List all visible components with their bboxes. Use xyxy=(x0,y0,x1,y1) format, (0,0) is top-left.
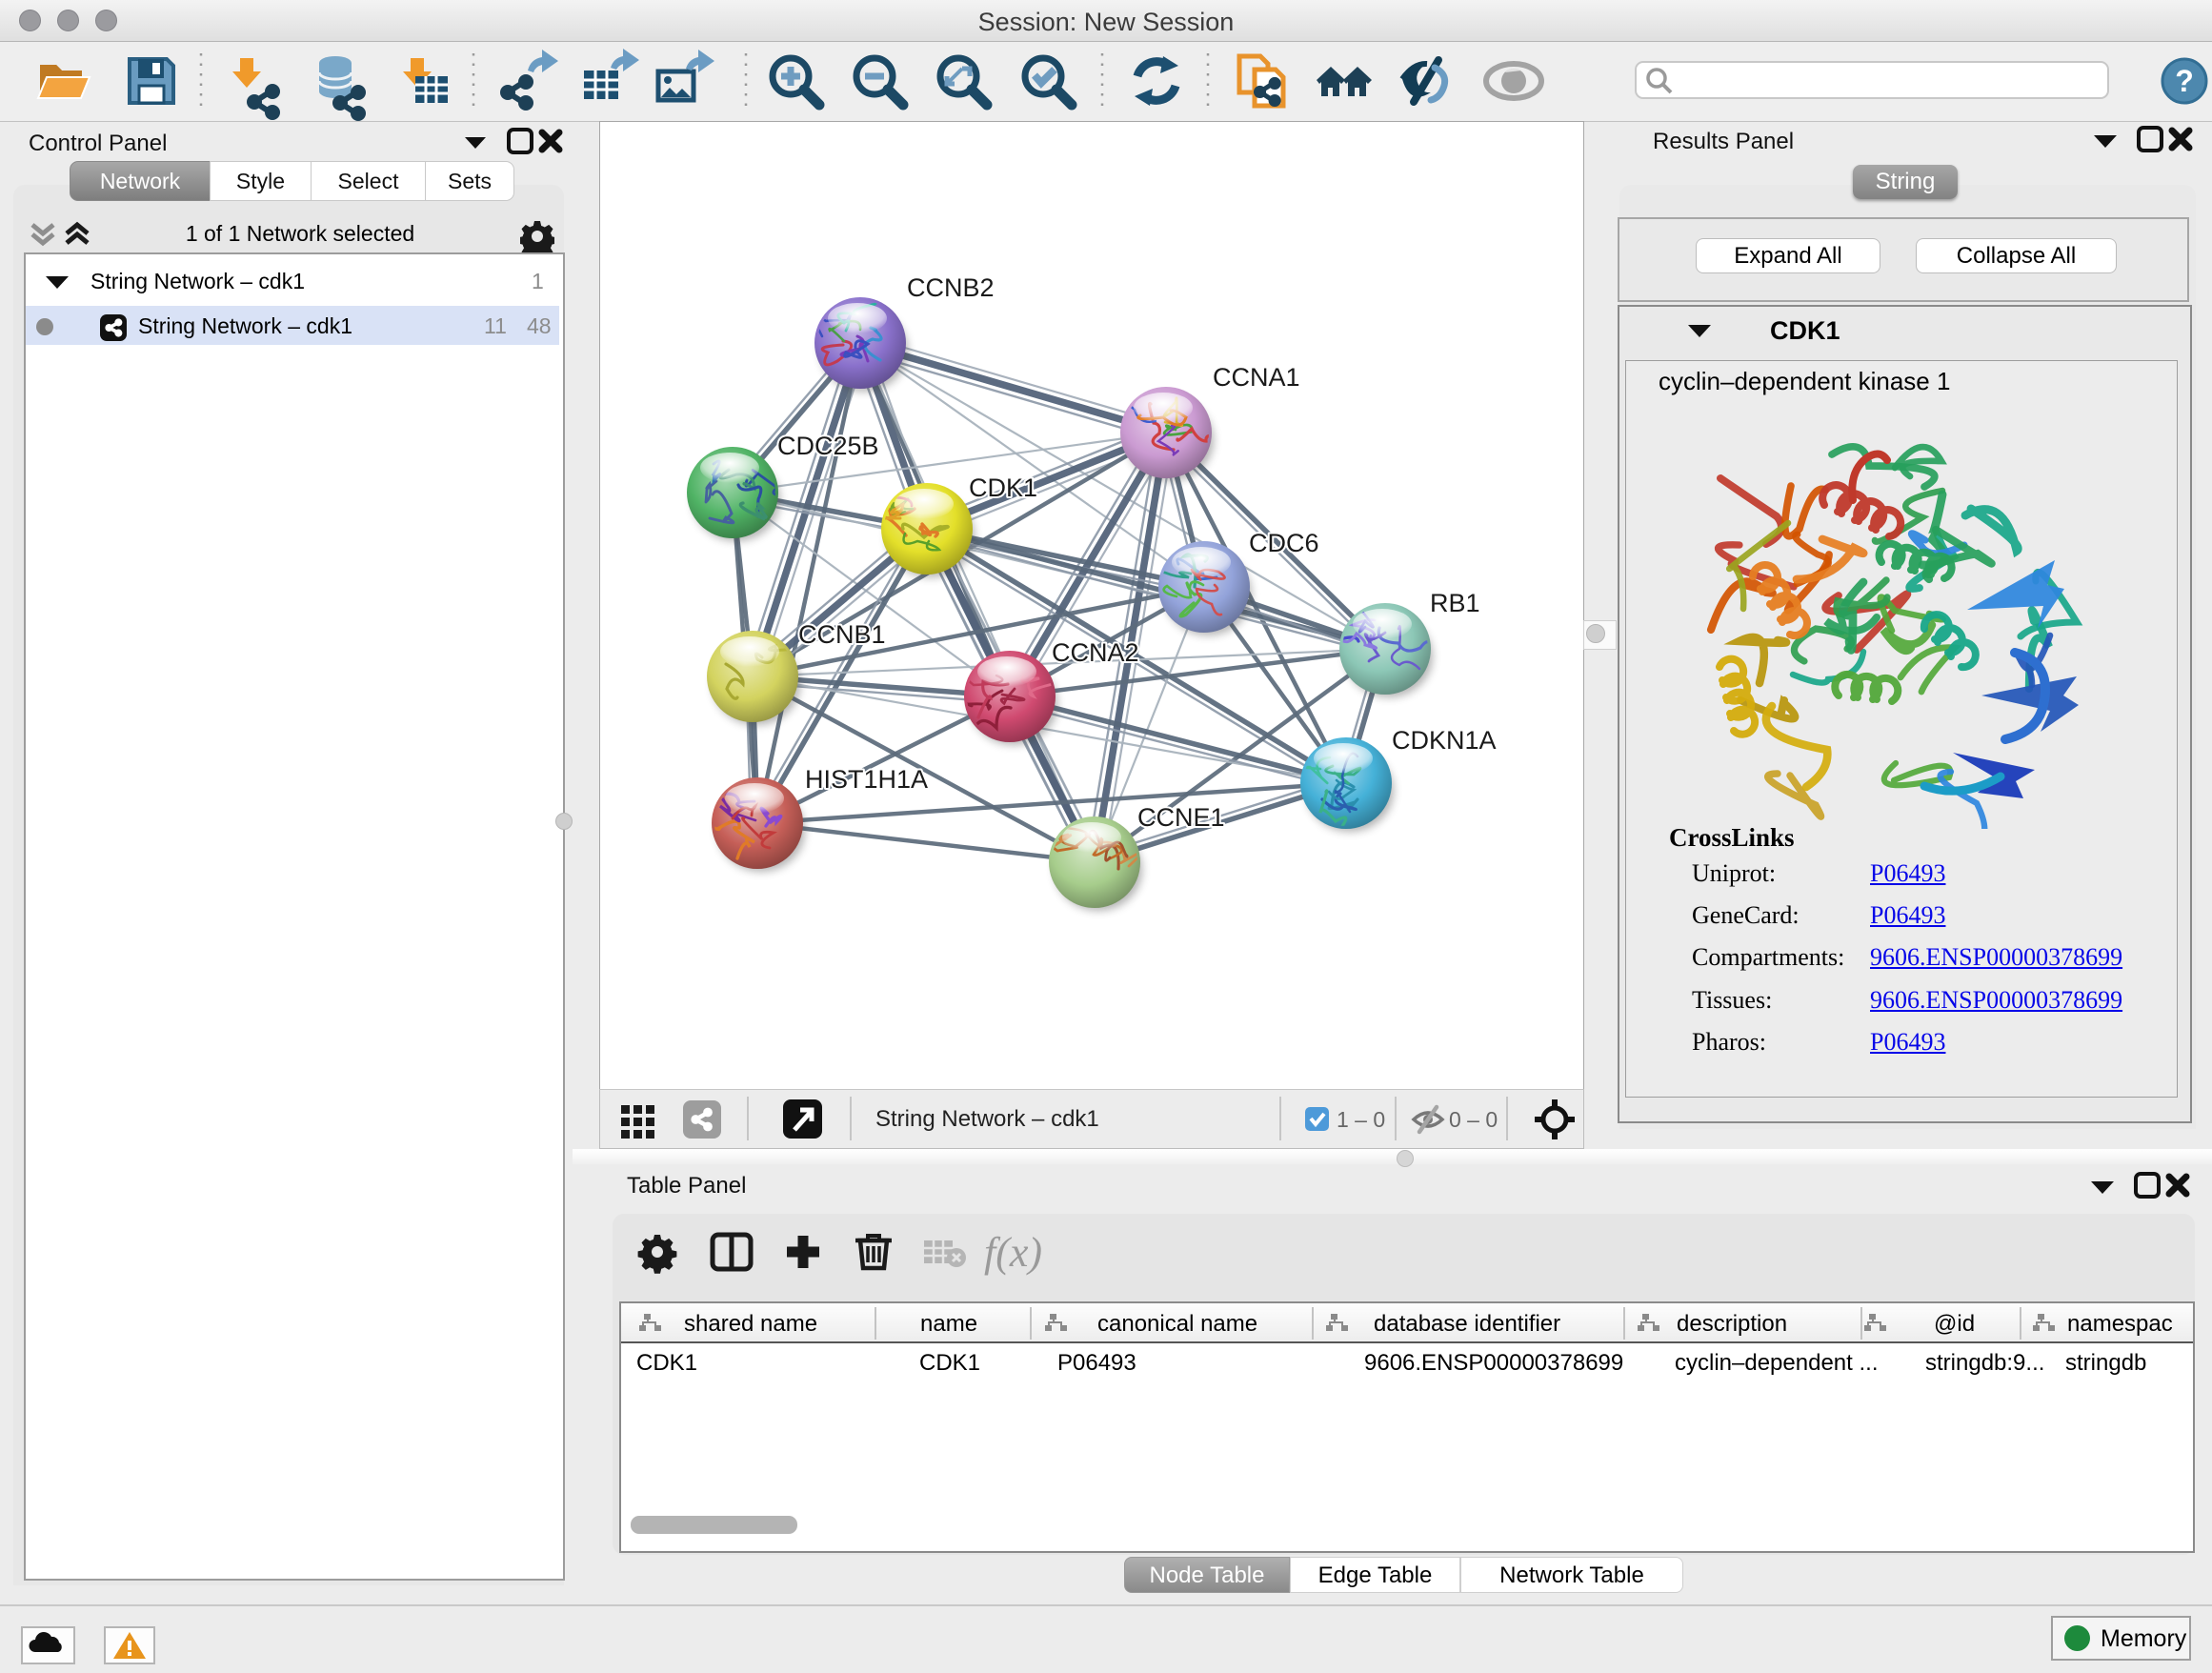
svg-text:RB1: RB1 xyxy=(1430,589,1480,617)
svg-text:CCNE1: CCNE1 xyxy=(1137,803,1225,832)
svg-text:HIST1H1A: HIST1H1A xyxy=(805,765,928,794)
svg-text:CDKN1A: CDKN1A xyxy=(1392,726,1497,755)
svg-text:CCNB2: CCNB2 xyxy=(907,273,995,302)
svg-text:f(x): f(x) xyxy=(984,1229,1042,1276)
svg-text:?: ? xyxy=(2175,64,2194,98)
svg-text:CDK1: CDK1 xyxy=(969,474,1037,502)
svg-text:CCNA2: CCNA2 xyxy=(1052,638,1139,667)
svg-text:CDC6: CDC6 xyxy=(1249,529,1319,557)
svg-text:CDC25B: CDC25B xyxy=(777,432,879,460)
svg-text:CCNB1: CCNB1 xyxy=(798,620,886,649)
svg-text:CCNA1: CCNA1 xyxy=(1213,363,1300,392)
